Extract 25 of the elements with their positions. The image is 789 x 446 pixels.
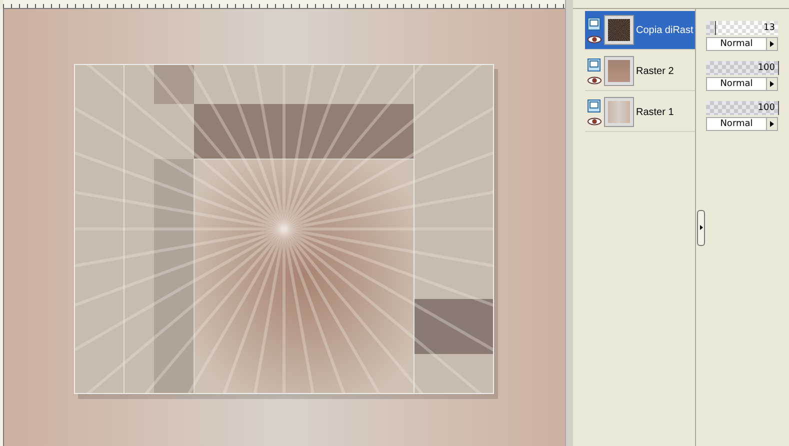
opacity-slider[interactable]: 100 [706,61,778,75]
layer-icon [587,58,601,72]
layer-name: Raster 1 [636,106,674,118]
arrow-right-icon [770,121,774,127]
arrow-right-icon [770,41,774,47]
opacity-slider[interactable]: 100 [706,101,778,115]
layer-row[interactable]: Copia diRast [585,11,695,50]
scrollbar[interactable] [565,0,573,446]
eye-icon[interactable] [587,76,602,84]
blend-mode-dropdown[interactable]: Normal [706,117,778,131]
layer-thumbnail [604,97,634,127]
splitter-handle[interactable] [697,210,705,246]
arrow-right-icon [770,81,774,87]
layer-icon [587,98,601,112]
arrow-right-icon [700,225,702,230]
eye-icon[interactable] [587,116,602,126]
layer-thumbnail [604,56,634,86]
layer-thumbnail [604,15,634,45]
layer-icon [587,16,601,30]
eye-icon[interactable] [587,34,602,44]
blend-mode-dropdown[interactable]: Normal [706,77,778,91]
opacity-slider[interactable]: 13 [706,21,778,35]
layer-name: Raster 2 [636,66,674,76]
layer-name: Copia diRast [636,24,694,36]
blend-mode-dropdown[interactable]: Normal [706,37,778,51]
